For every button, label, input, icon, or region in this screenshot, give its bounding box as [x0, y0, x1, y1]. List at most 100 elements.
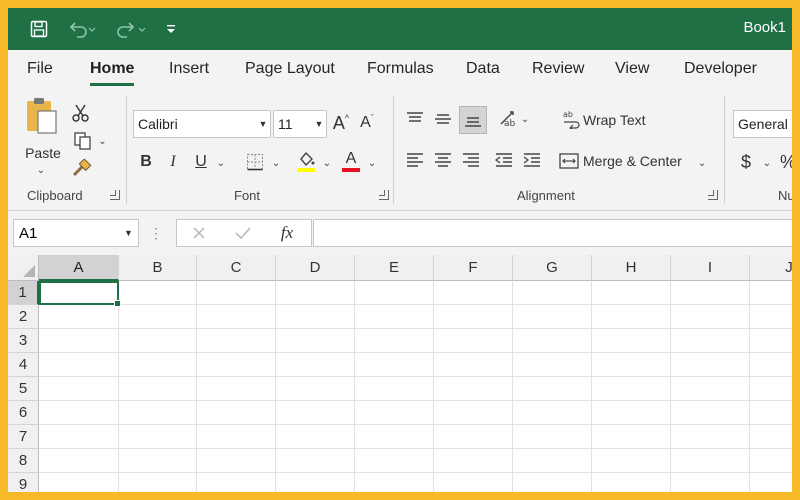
cut-icon[interactable]	[70, 102, 92, 124]
percent-button[interactable]: %	[780, 150, 792, 174]
cell-a4[interactable]	[39, 353, 119, 377]
cell-j8[interactable]	[750, 449, 792, 473]
paste-button[interactable]: Paste	[22, 144, 64, 162]
number-format-select[interactable]: General	[733, 110, 792, 138]
column-header-g[interactable]: G	[513, 255, 592, 281]
worksheet-grid[interactable]: ABCDEFGHIJ 123456789	[8, 255, 792, 492]
bold-button[interactable]: B	[136, 150, 156, 174]
row-header-9[interactable]: 9	[8, 473, 39, 492]
column-header-a[interactable]: A	[39, 255, 119, 281]
decrease-font-size-icon[interactable]: Aˇ	[356, 111, 378, 135]
tab-developer[interactable]: Developer	[684, 60, 757, 78]
tab-review[interactable]: Review	[532, 60, 584, 78]
tab-file[interactable]: File	[27, 60, 53, 78]
tab-formulas[interactable]: Formulas	[367, 60, 434, 78]
currency-dropdown-icon[interactable]: ⌄	[761, 156, 773, 170]
cell-f5[interactable]	[434, 377, 513, 401]
tab-data[interactable]: Data	[466, 60, 500, 78]
cell-c9[interactable]	[197, 473, 276, 492]
column-header-h[interactable]: H	[592, 255, 671, 281]
cell-g2[interactable]	[513, 305, 592, 329]
cell-d4[interactable]	[276, 353, 355, 377]
italic-button[interactable]: I	[163, 150, 183, 174]
merge-center-icon[interactable]	[558, 150, 580, 172]
paste-icon[interactable]	[22, 96, 62, 136]
cell-c7[interactable]	[197, 425, 276, 449]
increase-font-size-icon[interactable]: A ^	[330, 111, 352, 135]
underline-button[interactable]: U	[191, 150, 211, 174]
cell-b3[interactable]	[119, 329, 197, 353]
cell-c6[interactable]	[197, 401, 276, 425]
cell-c2[interactable]	[197, 305, 276, 329]
cell-b7[interactable]	[119, 425, 197, 449]
cell-f7[interactable]	[434, 425, 513, 449]
cell-e9[interactable]	[355, 473, 434, 492]
cell-g3[interactable]	[513, 329, 592, 353]
row-header-2[interactable]: 2	[8, 305, 39, 329]
cell-h8[interactable]	[592, 449, 671, 473]
cell-h4[interactable]	[592, 353, 671, 377]
column-header-f[interactable]: F	[434, 255, 513, 281]
active-cell[interactable]	[39, 281, 121, 307]
cell-j7[interactable]	[750, 425, 792, 449]
cell-h9[interactable]	[592, 473, 671, 492]
cell-d3[interactable]	[276, 329, 355, 353]
save-icon[interactable]	[30, 17, 52, 41]
cell-h2[interactable]	[592, 305, 671, 329]
cell-e3[interactable]	[355, 329, 434, 353]
tab-home[interactable]: Home	[90, 60, 135, 86]
cell-i9[interactable]	[671, 473, 750, 492]
cell-j1[interactable]	[750, 281, 792, 305]
wrap-text-icon[interactable]: ab	[561, 108, 583, 130]
cell-f2[interactable]	[434, 305, 513, 329]
cell-d5[interactable]	[276, 377, 355, 401]
cell-e5[interactable]	[355, 377, 434, 401]
row-header-4[interactable]: 4	[8, 353, 39, 377]
cell-e6[interactable]	[355, 401, 434, 425]
cell-b5[interactable]	[119, 377, 197, 401]
font-color-button[interactable]: A	[340, 148, 362, 174]
decrease-indent-icon[interactable]	[493, 150, 515, 172]
cell-b4[interactable]	[119, 353, 197, 377]
cell-f3[interactable]	[434, 329, 513, 353]
cell-d7[interactable]	[276, 425, 355, 449]
cell-b8[interactable]	[119, 449, 197, 473]
font-color-dropdown-icon[interactable]: ⌄	[366, 156, 378, 170]
cell-c3[interactable]	[197, 329, 276, 353]
cell-g7[interactable]	[513, 425, 592, 449]
align-center-icon[interactable]	[432, 150, 454, 172]
formula-input[interactable]	[313, 219, 792, 247]
cell-a3[interactable]	[39, 329, 119, 353]
cell-i4[interactable]	[671, 353, 750, 377]
cell-e7[interactable]	[355, 425, 434, 449]
redo-icon[interactable]	[114, 17, 146, 41]
cell-h3[interactable]	[592, 329, 671, 353]
cell-g1[interactable]	[513, 281, 592, 305]
cell-a2[interactable]	[39, 305, 119, 329]
tab-insert[interactable]: Insert	[169, 60, 209, 78]
cell-j2[interactable]	[750, 305, 792, 329]
cell-j6[interactable]	[750, 401, 792, 425]
fill-color-dropdown-icon[interactable]: ⌄	[321, 156, 333, 170]
row-header-6[interactable]: 6	[8, 401, 39, 425]
cell-h5[interactable]	[592, 377, 671, 401]
alignment-launcher-icon[interactable]	[708, 190, 718, 200]
orientation-icon[interactable]: ab ⌄	[496, 108, 532, 130]
cell-f9[interactable]	[434, 473, 513, 492]
cell-i8[interactable]	[671, 449, 750, 473]
cell-i6[interactable]	[671, 401, 750, 425]
cell-c1[interactable]	[197, 281, 276, 305]
cell-i5[interactable]	[671, 377, 750, 401]
cell-c8[interactable]	[197, 449, 276, 473]
cell-e2[interactable]	[355, 305, 434, 329]
cancel-icon[interactable]	[189, 223, 209, 243]
cell-g9[interactable]	[513, 473, 592, 492]
merge-center-button[interactable]: Merge & Center	[583, 150, 682, 172]
cell-f8[interactable]	[434, 449, 513, 473]
cell-a7[interactable]	[39, 425, 119, 449]
underline-dropdown-icon[interactable]: ⌄	[215, 156, 227, 170]
currency-button[interactable]: $	[738, 150, 754, 174]
copy-icon[interactable]: ⌄	[70, 130, 110, 152]
merge-dropdown-icon[interactable]: ⌄	[696, 156, 708, 170]
cell-j4[interactable]	[750, 353, 792, 377]
